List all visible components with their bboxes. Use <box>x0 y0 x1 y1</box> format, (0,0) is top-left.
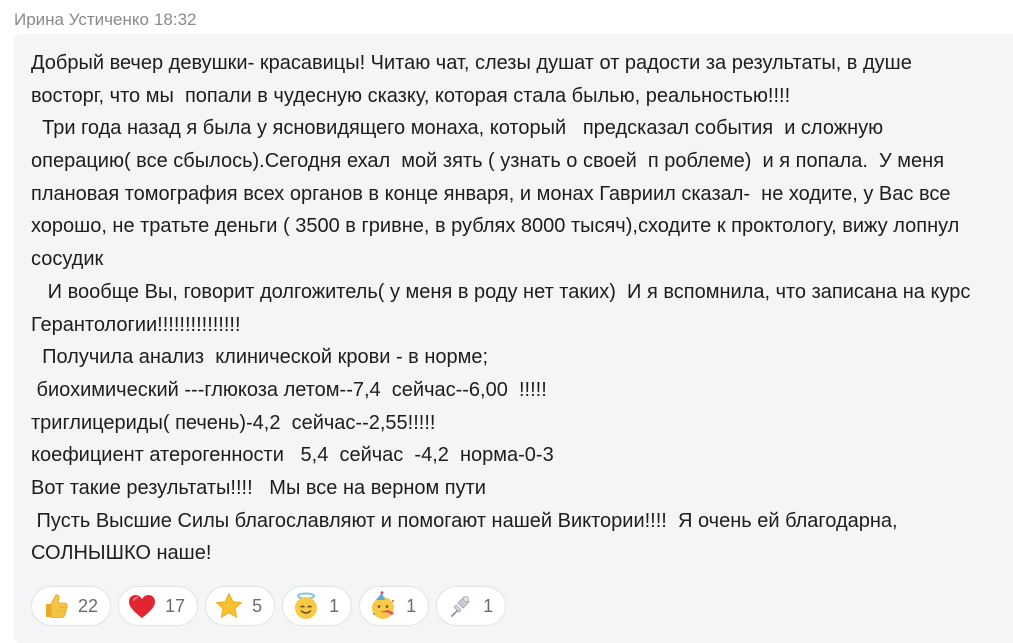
reaction-count: 5 <box>252 596 263 616</box>
message-line: Добрый вечер девушки- красавицы! Читаю ч… <box>31 52 912 74</box>
message-line: сосудик <box>31 248 104 271</box>
reaction-halo-face[interactable]: 1 <box>282 586 353 626</box>
pushpin-icon <box>445 591 475 621</box>
author-name[interactable]: Ирина Устиченко <box>14 10 149 29</box>
reaction-pushpin[interactable]: 1 <box>436 586 507 626</box>
message-line: хорошо, не тратьте деньги ( 3500 в гривн… <box>31 215 960 238</box>
message-line: Получила анализ клинической крови - в но… <box>31 346 489 369</box>
message-line: Пусть Высшие Силы благославляют и помога… <box>31 509 898 532</box>
reaction-count: 22 <box>78 596 99 616</box>
message-line: И вообще Вы, говорит долгожитель( у меня… <box>31 280 971 303</box>
message-body: Добрый вечер девушки- красавицы! Читаю ч… <box>31 47 1001 570</box>
reaction-count: 17 <box>165 596 186 616</box>
chat-message: Ирина Устиченко 18:32 Добрый вечер девушк… <box>0 0 1013 643</box>
message-line: Три года назад я была у ясновидящего мон… <box>31 117 884 140</box>
reaction-count: 1 <box>406 596 417 616</box>
thumbs-up-icon <box>40 591 70 621</box>
star-icon <box>214 591 244 621</box>
reaction-count: 1 <box>329 596 340 616</box>
message-line: Вот такие результаты!!!! Мы все на верно… <box>31 476 486 499</box>
message-line: СОЛНЫШКО наше! <box>31 542 212 565</box>
reaction-party-face[interactable]: 1 <box>359 586 430 626</box>
message-time: 18:32 <box>153 10 197 29</box>
message-line: коефициент атерогенности 5,4 сейчас -4,2… <box>31 444 554 467</box>
message-line: плановая томография всех органов в конце… <box>31 182 951 205</box>
message-line: восторг, что мы попали в чудесную сказку… <box>31 84 791 107</box>
message-line: операцию( все сбылось).Сегодня ехал мой … <box>31 150 945 173</box>
message-line: триглицериды( печень)-4,2 сейчас--2,55!!… <box>31 411 436 434</box>
reaction-heart[interactable]: 17 <box>118 586 199 626</box>
partying-face-icon <box>368 591 398 621</box>
reaction-thumbs-up[interactable]: 22 <box>31 586 112 626</box>
reactions-bar: 22 17 5 1 1 1 <box>31 586 507 626</box>
reaction-star[interactable]: 5 <box>205 586 276 626</box>
message-line: Герантологии!!!!!!!!!!!!!!! <box>31 313 241 336</box>
message-line: биохимический ---глюкоза летом--7,4 сейч… <box>31 378 547 401</box>
smiling-face-with-halo-icon <box>291 591 321 621</box>
heart-icon <box>127 591 157 621</box>
reaction-count: 1 <box>483 596 494 616</box>
message-header: Ирина Устиченко 18:32 <box>14 9 197 31</box>
